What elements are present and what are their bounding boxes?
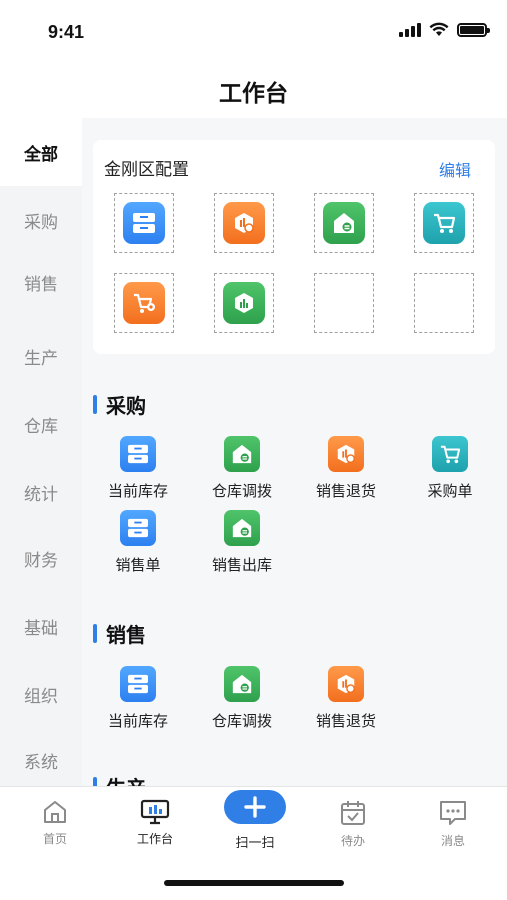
cart-icon <box>432 436 468 472</box>
section-title: 销售 <box>106 623 146 647</box>
sidebar-item-finance[interactable]: 财务 <box>0 524 82 592</box>
function-current-inventory[interactable]: 当前库存 <box>88 436 188 501</box>
section-accent-bar <box>93 395 97 414</box>
function-current-inventory[interactable]: 当前库存 <box>88 666 188 731</box>
section-header-purchase: 采购 <box>93 390 146 419</box>
warehouse-transfer-icon <box>224 436 260 472</box>
inventory-icon <box>120 666 156 702</box>
inventory-icon <box>120 436 156 472</box>
status-icons <box>399 22 490 37</box>
shortcut-slot-purchase-cart[interactable] <box>414 193 474 253</box>
section-title: 采购 <box>106 394 146 418</box>
wifi-icon <box>429 22 449 36</box>
function-label: 当前库存 <box>107 712 168 730</box>
sidebar-item-purchase[interactable]: 采购 <box>0 186 82 254</box>
tab-messages[interactable]: 消息 <box>413 799 493 849</box>
function-label: 当前库存 <box>107 482 168 500</box>
tab-label: 工作台 <box>136 832 173 846</box>
shortcut-config-card: 金刚区配置 编辑 <box>93 140 495 354</box>
shortcut-slot-sales-outbound[interactable] <box>214 273 274 333</box>
function-sales-return[interactable]: 销售退货 <box>296 436 396 501</box>
inventory-icon <box>123 202 165 244</box>
warehouse-transfer-icon <box>224 510 260 546</box>
home-icon <box>44 801 66 823</box>
sales-return-icon <box>223 202 265 244</box>
function-sales-return[interactable]: 销售退货 <box>296 666 396 731</box>
warehouse-transfer-icon <box>323 202 365 244</box>
tab-label: 待办 <box>340 834 365 848</box>
function-label: 采购单 <box>427 482 473 500</box>
message-icon <box>440 801 466 825</box>
inventory-icon <box>120 510 156 546</box>
tab-label: 首页 <box>42 832 67 846</box>
cellular-signal-icon <box>399 22 421 37</box>
calendar-check-icon <box>341 801 365 825</box>
config-title: 金刚区配置 <box>104 160 189 180</box>
section-accent-bar <box>93 624 97 643</box>
function-sales-order[interactable]: 销售单 <box>88 510 188 575</box>
function-purchase-order[interactable]: 采购单 <box>400 436 500 501</box>
empty-shortcut-slot[interactable] <box>414 273 474 333</box>
sidebar-item-statistics[interactable]: 统计 <box>0 458 82 526</box>
section-accent-bar <box>93 777 97 786</box>
cart-icon <box>423 202 465 244</box>
tab-workbench[interactable]: 工作台 <box>115 799 195 847</box>
edit-button[interactable]: 编辑 <box>439 157 471 181</box>
scan-label: 扫一扫 <box>235 836 275 851</box>
sales-outbound-icon <box>223 282 265 324</box>
status-time: 9:41 <box>48 22 85 42</box>
section-title: 生产 <box>106 772 146 786</box>
shortcut-slot-warehouse-transfer[interactable] <box>314 193 374 253</box>
function-sales-outbound[interactable]: 销售出库 <box>192 510 292 575</box>
status-bar: 9:41 <box>0 0 507 64</box>
function-label: 销售出库 <box>211 556 272 574</box>
warehouse-transfer-icon <box>224 666 260 702</box>
function-label: 销售单 <box>115 556 161 574</box>
navigation-bar: 工作台 <box>0 64 507 118</box>
sidebar-item-basics[interactable]: 基础 <box>0 592 82 660</box>
scan-button[interactable] <box>224 790 286 824</box>
workbench-monitor-icon <box>140 799 170 825</box>
bottom-tab-bar: 首页 工作台 扫一扫 待办 消息 <box>0 786 507 856</box>
function-warehouse-transfer[interactable]: 仓库调拨 <box>192 436 292 501</box>
sidebar-item-organization[interactable]: 组织 <box>0 660 82 728</box>
section-header-sales: 销售 <box>93 619 146 648</box>
sidebar-item-system[interactable]: 系统 <box>0 726 82 794</box>
function-label: 销售退货 <box>315 482 376 500</box>
shortcut-slot-inventory[interactable] <box>114 193 174 253</box>
category-sidebar: 全部 采购 销售 生产 仓库 统计 财务 基础 组织 系统 <box>0 118 82 786</box>
tab-label: 消息 <box>440 834 465 848</box>
function-label: 仓库调拨 <box>211 712 272 730</box>
shortcut-slot-cart-add[interactable] <box>114 273 174 333</box>
sidebar-item-all[interactable]: 全部 <box>0 118 82 186</box>
function-label: 销售退货 <box>315 712 376 730</box>
tab-todo[interactable]: 待办 <box>313 799 393 849</box>
sidebar-item-sales[interactable]: 销售 <box>0 248 82 316</box>
sales-return-icon <box>328 666 364 702</box>
function-label: 仓库调拨 <box>211 482 272 500</box>
page-title: 工作台 <box>219 81 288 107</box>
tab-home[interactable]: 首页 <box>15 799 95 847</box>
section-header-production: 生产 <box>93 772 146 786</box>
sales-return-icon <box>328 436 364 472</box>
shortcut-slot-sales-return[interactable] <box>214 193 274 253</box>
sidebar-item-production[interactable]: 生产 <box>0 322 82 390</box>
cart-add-icon <box>123 282 165 324</box>
empty-shortcut-slot[interactable] <box>314 273 374 333</box>
battery-icon <box>457 22 490 37</box>
function-warehouse-transfer[interactable]: 仓库调拨 <box>192 666 292 731</box>
sidebar-item-warehouse[interactable]: 仓库 <box>0 390 82 458</box>
main-content: 金刚区配置 编辑 采购 当前库存 仓库调拨 销售退货 采购单 销售单 销售出库 … <box>82 118 507 786</box>
plus-icon <box>244 796 266 818</box>
home-indicator <box>164 880 344 886</box>
